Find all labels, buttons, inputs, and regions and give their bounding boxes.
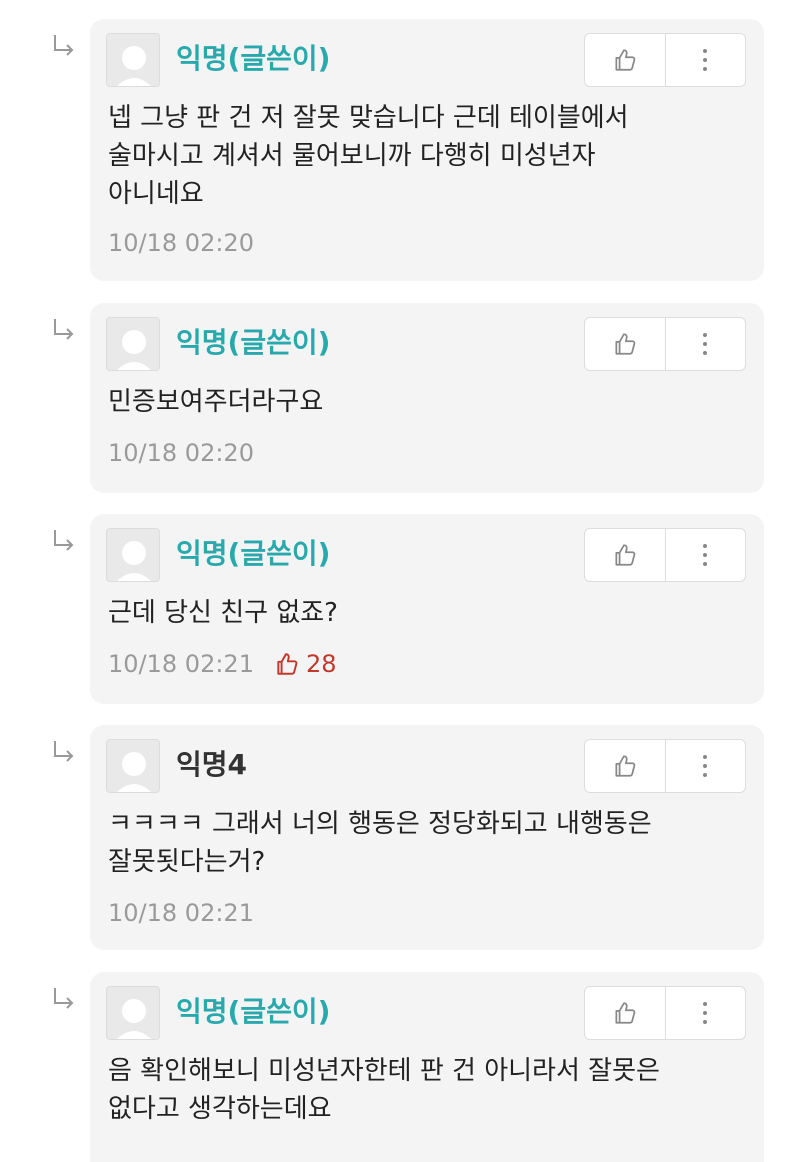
thumbs-up-icon: [615, 544, 636, 566]
reply-arrow-icon: [54, 530, 74, 551]
like-button[interactable]: [585, 740, 665, 792]
thumbs-up-icon: [615, 333, 636, 355]
more-button[interactable]: [664, 529, 746, 581]
comment-item: 익명(글쓴이) 음 확인해보니 미성년자한테 판 건 아니라서 잘못은 없다고 …: [90, 972, 764, 1162]
comment-item: 익명4 ㅋㅋㅋㅋ 그래서 너의 행동은 정당화되고 내행동은 잘못됫다는거? 1…: [90, 725, 764, 950]
comment-meta: 10/18 02:21 28: [108, 650, 337, 678]
comment-meta: 10/18 02:20: [108, 439, 254, 467]
avatar: [106, 739, 160, 793]
more-vertical-icon: [703, 755, 708, 777]
comment-content: 민증보여주더라구요: [108, 387, 324, 417]
avatar: [106, 986, 160, 1040]
thumbs-up-icon: [615, 755, 636, 777]
comment-timestamp: 10/18 02:20: [108, 229, 254, 257]
comment-meta: 10/18 02:21: [108, 899, 254, 927]
comment-actions: [584, 317, 746, 371]
like-count: 28: [274, 650, 337, 678]
comment-author[interactable]: 익명(글쓴이): [176, 994, 330, 1030]
thumbs-up-icon: [277, 653, 298, 675]
comment-author[interactable]: 익명4: [176, 747, 247, 783]
more-vertical-icon: [703, 49, 708, 71]
comment-content: ㅋㅋㅋㅋ 그래서 너의 행동은 정당화되고 내행동은 잘못됫다는거?: [108, 809, 652, 877]
thumbs-up-icon: [615, 49, 636, 71]
comment-meta: 10/18 02:20: [108, 229, 254, 257]
comment-actions: [584, 739, 746, 793]
comment-author[interactable]: 익명(글쓴이): [176, 41, 330, 77]
like-button[interactable]: [585, 987, 665, 1039]
like-button[interactable]: [585, 318, 665, 370]
reply-arrow-icon: [54, 741, 74, 762]
comment-actions: [584, 33, 746, 87]
more-button[interactable]: [664, 987, 746, 1039]
avatar: [106, 528, 160, 582]
comment-timestamp: 10/18 02:21: [108, 650, 254, 678]
default-avatar-icon: [117, 999, 151, 1039]
comment-content: 음 확인해보니 미성년자한테 판 건 아니라서 잘못은 없다고 생각하는데요: [108, 1056, 660, 1124]
more-button[interactable]: [664, 318, 746, 370]
comment-content: 넵 그냥 판 건 저 잘못 맞습니다 근데 테이블에서 술마시고 계셔서 물어보…: [108, 103, 629, 209]
comment-item: 익명(글쓴이) 근데 당신 친구 없죠? 10/18 02:21 28: [90, 514, 764, 704]
thumbs-up-icon: [615, 1002, 636, 1024]
more-button[interactable]: [664, 740, 746, 792]
reply-arrow-icon: [54, 35, 74, 56]
default-avatar-icon: [117, 46, 151, 86]
more-button[interactable]: [664, 34, 746, 86]
comment-content: 근데 당신 친구 없죠?: [108, 598, 338, 628]
default-avatar-icon: [117, 330, 151, 370]
comment-item: 익명(글쓴이) 민증보여주더라구요 10/18 02:20: [90, 303, 764, 493]
default-avatar-icon: [117, 541, 151, 581]
like-button[interactable]: [585, 529, 665, 581]
comment-author[interactable]: 익명(글쓴이): [176, 325, 330, 361]
like-count-value: 28: [305, 650, 337, 678]
like-button[interactable]: [585, 34, 665, 86]
avatar: [106, 317, 160, 371]
more-vertical-icon: [703, 1002, 708, 1024]
comment-actions: [584, 986, 746, 1040]
more-vertical-icon: [703, 544, 708, 566]
reply-arrow-icon: [54, 988, 74, 1009]
avatar: [106, 33, 160, 87]
comment-item: 익명(글쓴이) 넵 그냥 판 건 저 잘못 맞습니다 근데 테이블에서 술마시고…: [90, 19, 764, 281]
comment-author[interactable]: 익명(글쓴이): [176, 536, 330, 572]
reply-arrow-icon: [54, 319, 74, 340]
default-avatar-icon: [117, 752, 151, 792]
comment-timestamp: 10/18 02:20: [108, 439, 254, 467]
more-vertical-icon: [703, 333, 708, 355]
comment-actions: [584, 528, 746, 582]
comment-timestamp: 10/18 02:21: [108, 899, 254, 927]
